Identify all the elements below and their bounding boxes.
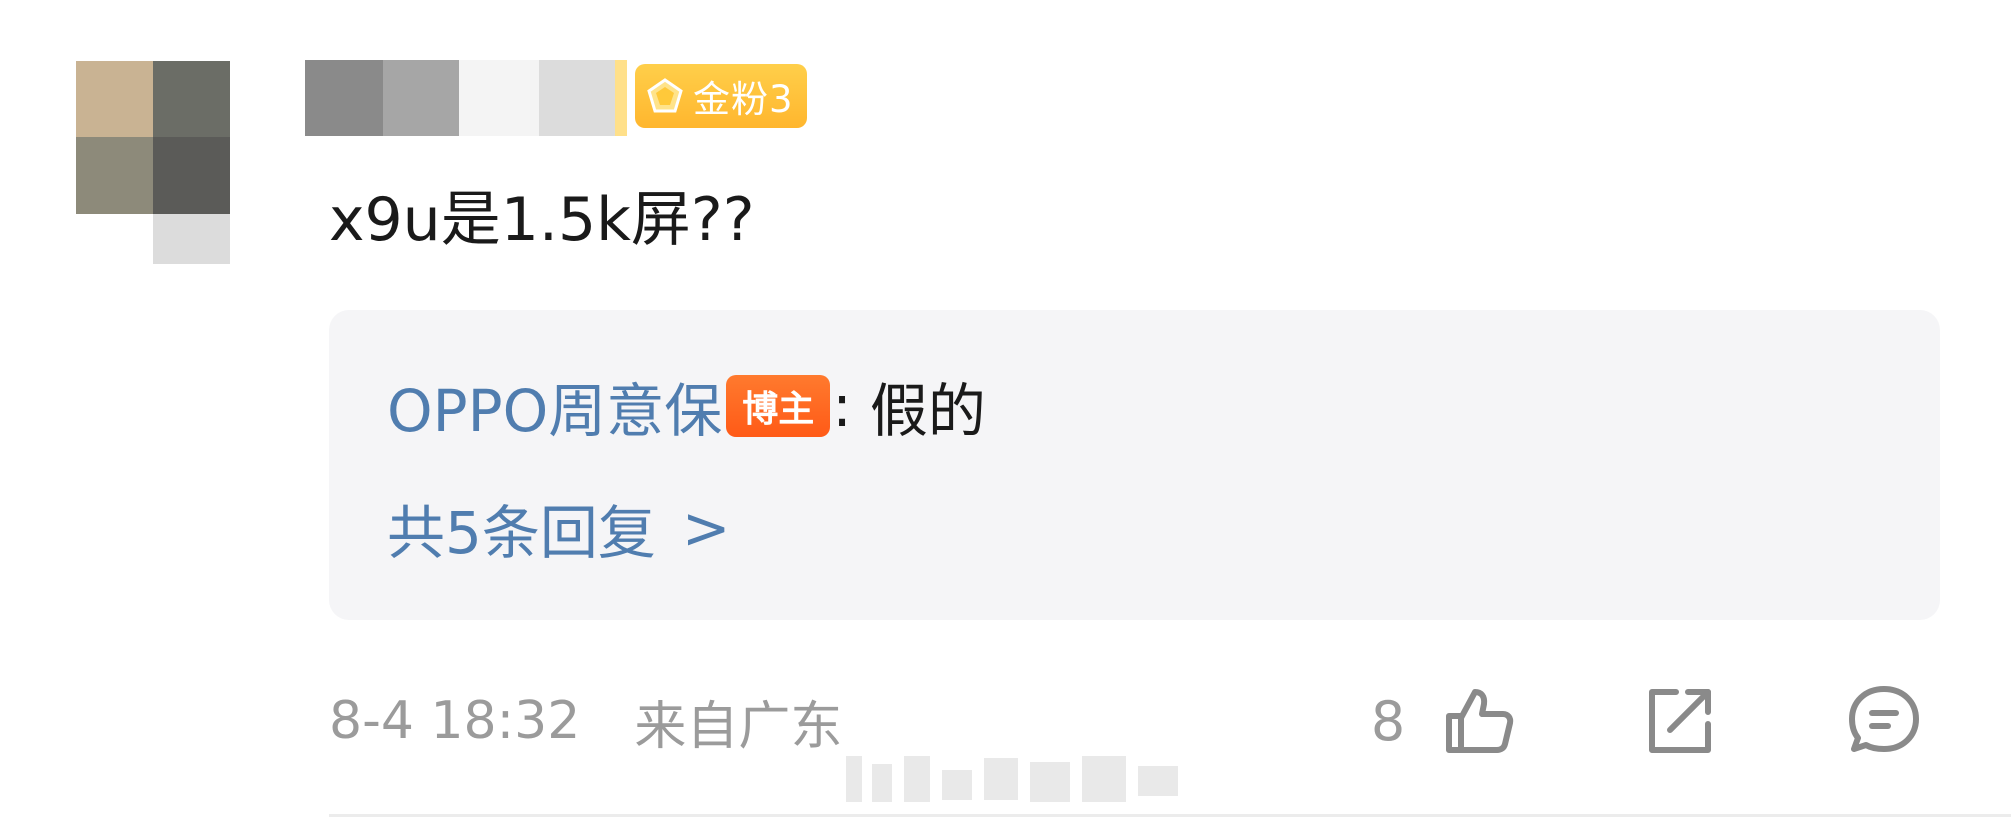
share-icon[interactable] <box>1642 682 1718 758</box>
timestamp: 8-4 18:32 <box>329 691 581 751</box>
comment-text: x9u是1.5k屏?? <box>329 185 755 255</box>
divider <box>329 814 2011 817</box>
fan-badge-label: 金粉3 <box>693 78 794 121</box>
blogger-badge: 博主 <box>726 375 831 437</box>
reply-separator: : <box>832 372 852 440</box>
comment-icon[interactable] <box>1846 682 1922 758</box>
view-all-replies-link[interactable]: 共5条回复 > <box>387 492 731 567</box>
reply-author-link[interactable]: OPPO周意保 <box>387 364 722 448</box>
watermark <box>842 750 1182 808</box>
reply-content: 假的 <box>869 377 986 445</box>
fan-level-badge[interactable]: 金粉3 <box>635 64 807 128</box>
username-redacted[interactable] <box>305 60 627 136</box>
top-reply[interactable]: OPPO周意保 博主 : 假的 <box>387 370 986 445</box>
diamond-icon <box>645 76 685 116</box>
reply-count-label: 共5条回复 <box>387 499 656 567</box>
location: 来自广东 <box>634 696 843 757</box>
like-count: 8 <box>1370 689 1406 753</box>
avatar[interactable] <box>76 61 230 264</box>
like-icon[interactable] <box>1441 682 1517 758</box>
chevron-right-icon: > <box>681 494 731 562</box>
reply-preview[interactable]: OPPO周意保 博主 : 假的 共5条回复 > <box>329 310 1940 620</box>
comment-meta: 8-4 18:32 来自广东 <box>329 686 843 757</box>
